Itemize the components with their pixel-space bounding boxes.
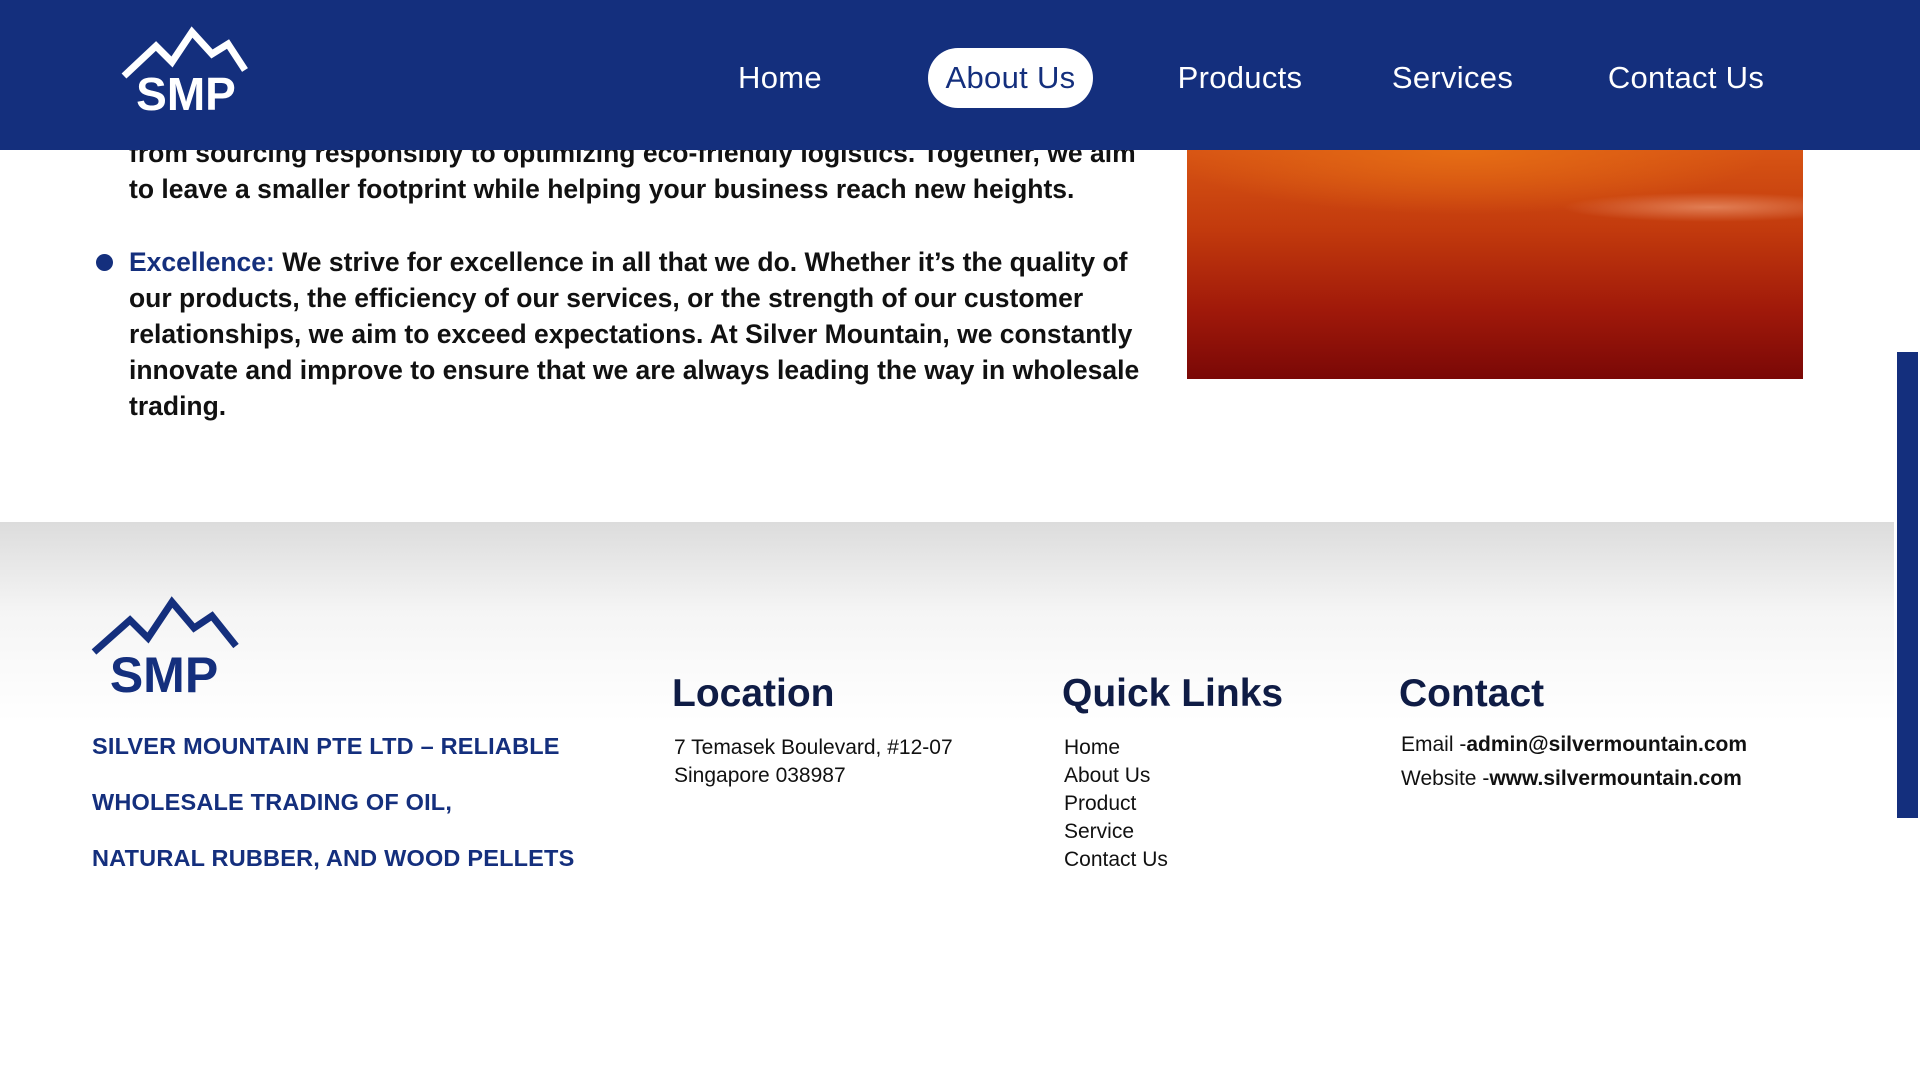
- footer: SMP SILVER MOUNTAIN PTE LTD – RELIABLE W…: [0, 522, 1894, 1080]
- nav-about-us[interactable]: About Us: [928, 48, 1093, 108]
- paragraph-fragment-line: to leave a smaller footprint while helpi…: [129, 174, 1075, 204]
- contact-details: Email -admin@silvermountain.com Website …: [1401, 728, 1747, 796]
- nav-services[interactable]: Services: [1380, 48, 1525, 108]
- address-line: 7 Temasek Boulevard, #12-07: [674, 736, 953, 759]
- website-label: Website -: [1401, 767, 1490, 790]
- scrollbar-thumb[interactable]: [1897, 352, 1918, 818]
- location-address: 7 Temasek Boulevard, #12-07 Singapore 03…: [674, 734, 953, 790]
- tagline-line: SILVER MOUNTAIN PTE LTD – RELIABLE: [92, 733, 560, 759]
- excellence-line: relationships, we aim to exceed expectat…: [129, 319, 1133, 349]
- quick-link-about-us[interactable]: About Us: [1064, 762, 1168, 790]
- email-link[interactable]: admin@silvermountain.com: [1466, 733, 1747, 756]
- quick-link-contact-us[interactable]: Contact Us: [1064, 846, 1168, 874]
- email-label: Email -: [1401, 733, 1467, 756]
- quick-links-list: Home About Us Product Service Contact Us: [1064, 734, 1168, 874]
- logo-text: SMP: [136, 68, 236, 118]
- quick-link-home[interactable]: Home: [1064, 734, 1168, 762]
- company-tagline: SILVER MOUNTAIN PTE LTD – RELIABLE WHOLE…: [92, 732, 652, 900]
- nav-contact-us[interactable]: Contact Us: [1595, 48, 1777, 108]
- nav-products[interactable]: Products: [1165, 48, 1315, 108]
- sunset-image: [1187, 150, 1803, 379]
- contact-email: Email -admin@silvermountain.com: [1401, 728, 1747, 762]
- tagline-line: WHOLESALE TRADING OF OIL,: [92, 789, 453, 815]
- quick-link-service[interactable]: Service: [1064, 818, 1168, 846]
- address-line: Singapore 038987: [674, 764, 846, 787]
- tagline-line: NATURAL RUBBER, AND WOOD PELLETS: [92, 845, 575, 871]
- contact-heading: Contact: [1399, 672, 1545, 715]
- excellence-line: trading.: [129, 391, 227, 421]
- footer-logo-text: SMP: [110, 647, 218, 698]
- bullet-dot: [96, 254, 113, 271]
- excellence-text: We strive for excellence in all that we …: [274, 247, 1128, 277]
- smp-logo[interactable]: SMP: [120, 26, 250, 118]
- quick-links-heading: Quick Links: [1062, 672, 1284, 715]
- footer-smp-logo[interactable]: SMP: [90, 594, 240, 698]
- excellence-title: Excellence:: [129, 247, 275, 277]
- excellence-line: our products, the efficiency of our serv…: [129, 283, 1084, 313]
- website-link[interactable]: www.silvermountain.com: [1489, 767, 1741, 790]
- nav-home[interactable]: Home: [715, 48, 845, 108]
- location-heading: Location: [672, 672, 835, 715]
- excellence-line: innovate and improve to ensure that we a…: [129, 355, 1140, 385]
- quick-link-product[interactable]: Product: [1064, 790, 1168, 818]
- excellence-line: Excellence: We strive for excellence in …: [129, 244, 1181, 280]
- navbar: SMP Home About Us Products Services Cont…: [0, 0, 1920, 150]
- excellence-paragraph: Excellence: We strive for excellence in …: [129, 244, 1181, 424]
- page: from sourcing responsibly to optimizing …: [0, 0, 1920, 1080]
- contact-website: Website -www.silvermountain.com: [1401, 762, 1747, 796]
